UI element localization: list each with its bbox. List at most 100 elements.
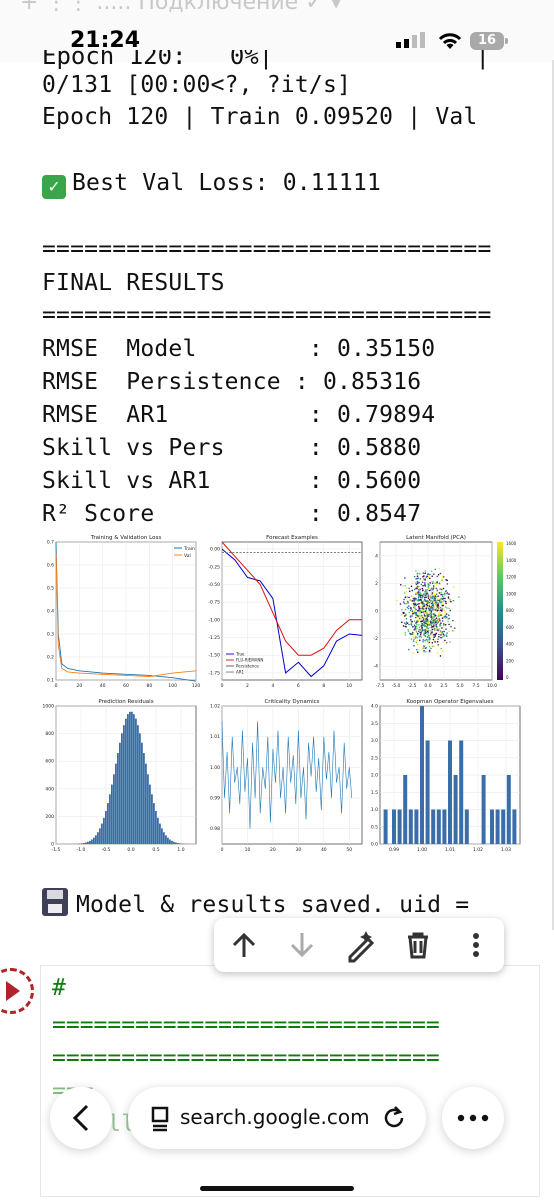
latent-point (433, 606, 436, 608)
latent-point (445, 616, 448, 619)
latent-point (430, 635, 432, 637)
latent-point (428, 609, 431, 612)
residual-bar (81, 843, 83, 844)
latent-point (441, 632, 443, 634)
ai-pencil-icon[interactable] (342, 927, 378, 963)
latent-point (428, 589, 431, 592)
latent-point (447, 618, 449, 620)
code-cell[interactable]: # ============================ =========… (0, 935, 554, 1200)
eigenvalue-bar (403, 775, 408, 844)
latent-point (426, 614, 428, 616)
latent-point (445, 641, 448, 644)
latent-point (447, 597, 450, 600)
latent-point (416, 633, 419, 636)
x-tick-label: 1.03 (501, 847, 511, 853)
latent-point (420, 583, 423, 586)
latent-point (428, 611, 431, 614)
latent-point (453, 627, 456, 629)
eigenvalue-bar (501, 809, 506, 844)
run-cell-button[interactable] (0, 968, 34, 1014)
code-line-3: ============================ (52, 1045, 440, 1071)
latent-point (422, 617, 425, 619)
latent-point (407, 607, 410, 610)
latent-point (418, 626, 421, 629)
y-tick-label: 3.5 (371, 721, 378, 727)
eigenvalue-bar (459, 740, 464, 844)
separator-top: ================================ (42, 236, 492, 262)
latent-point (424, 572, 427, 574)
latent-point (415, 593, 417, 595)
latent-point (411, 631, 414, 634)
latent-point (425, 638, 428, 641)
residual-bar (177, 843, 179, 844)
latent-point (413, 606, 416, 608)
y-tick-label: 1.02 (210, 704, 220, 710)
latent-point (426, 602, 429, 604)
latent-point (438, 636, 440, 638)
latent-point (436, 575, 439, 578)
latent-point (443, 630, 446, 633)
latent-point (405, 602, 408, 605)
latent-point (435, 623, 437, 625)
colorbar-tick: 600 (506, 625, 514, 630)
latent-point (420, 634, 423, 637)
colorbar (497, 542, 503, 680)
latent-point (428, 599, 431, 601)
eigenvalue-bar (481, 775, 486, 844)
latent-point (439, 611, 441, 613)
latent-point (433, 624, 435, 626)
latent-point (439, 588, 442, 590)
x-tick-label: 20 (76, 683, 82, 689)
latent-point (430, 570, 433, 573)
latent-point (423, 629, 425, 631)
latent-point (443, 634, 446, 637)
arrow-down-icon[interactable] (284, 927, 320, 963)
residual-bar (83, 843, 85, 844)
latent-point (429, 582, 432, 584)
latent-point (403, 598, 405, 601)
y-tick-label: 600 (45, 759, 54, 765)
page-info-icon (151, 1106, 169, 1132)
reload-icon[interactable] (380, 1104, 408, 1132)
residual-bar (111, 784, 113, 844)
latent-point (441, 576, 444, 578)
latent-point (416, 643, 419, 646)
latent-point (425, 650, 427, 653)
residual-bar (147, 774, 149, 844)
latent-point (439, 598, 441, 601)
latent-point (408, 605, 410, 607)
trash-icon[interactable] (400, 927, 436, 963)
latent-point (412, 603, 415, 605)
latent-point (433, 602, 436, 604)
more-menu-button[interactable] (442, 1087, 504, 1149)
more-vertical-icon[interactable] (458, 927, 494, 963)
latent-point (438, 567, 441, 570)
latent-point (419, 578, 422, 580)
residual-bar (121, 733, 123, 844)
address-bar[interactable]: search.google.com (128, 1087, 426, 1149)
back-button[interactable] (50, 1087, 112, 1149)
latent-point (411, 589, 414, 592)
latent-point (410, 638, 413, 640)
code-editor[interactable] (40, 965, 540, 1197)
latent-point (442, 608, 444, 610)
x-tick-label: 0.0 (127, 847, 134, 853)
eigenvalue-bar (414, 809, 419, 844)
residual-bar (175, 842, 177, 844)
latent-point (416, 582, 419, 584)
latent-point (441, 595, 444, 598)
arrow-up-icon[interactable] (226, 927, 262, 963)
latent-point (422, 618, 425, 620)
latent-point (446, 607, 448, 609)
y-tick-label: 4 (375, 553, 378, 559)
residual-bar (107, 803, 109, 844)
latent-point (432, 599, 435, 601)
latent-point (421, 604, 424, 607)
latent-point (420, 610, 422, 613)
latent-point (427, 629, 430, 632)
x-tick-label: 5.0 (456, 683, 463, 689)
latent-point (445, 628, 447, 630)
latent-point (428, 649, 431, 652)
latent-point (402, 601, 405, 603)
y-tick-label: -1.50 (208, 653, 220, 659)
